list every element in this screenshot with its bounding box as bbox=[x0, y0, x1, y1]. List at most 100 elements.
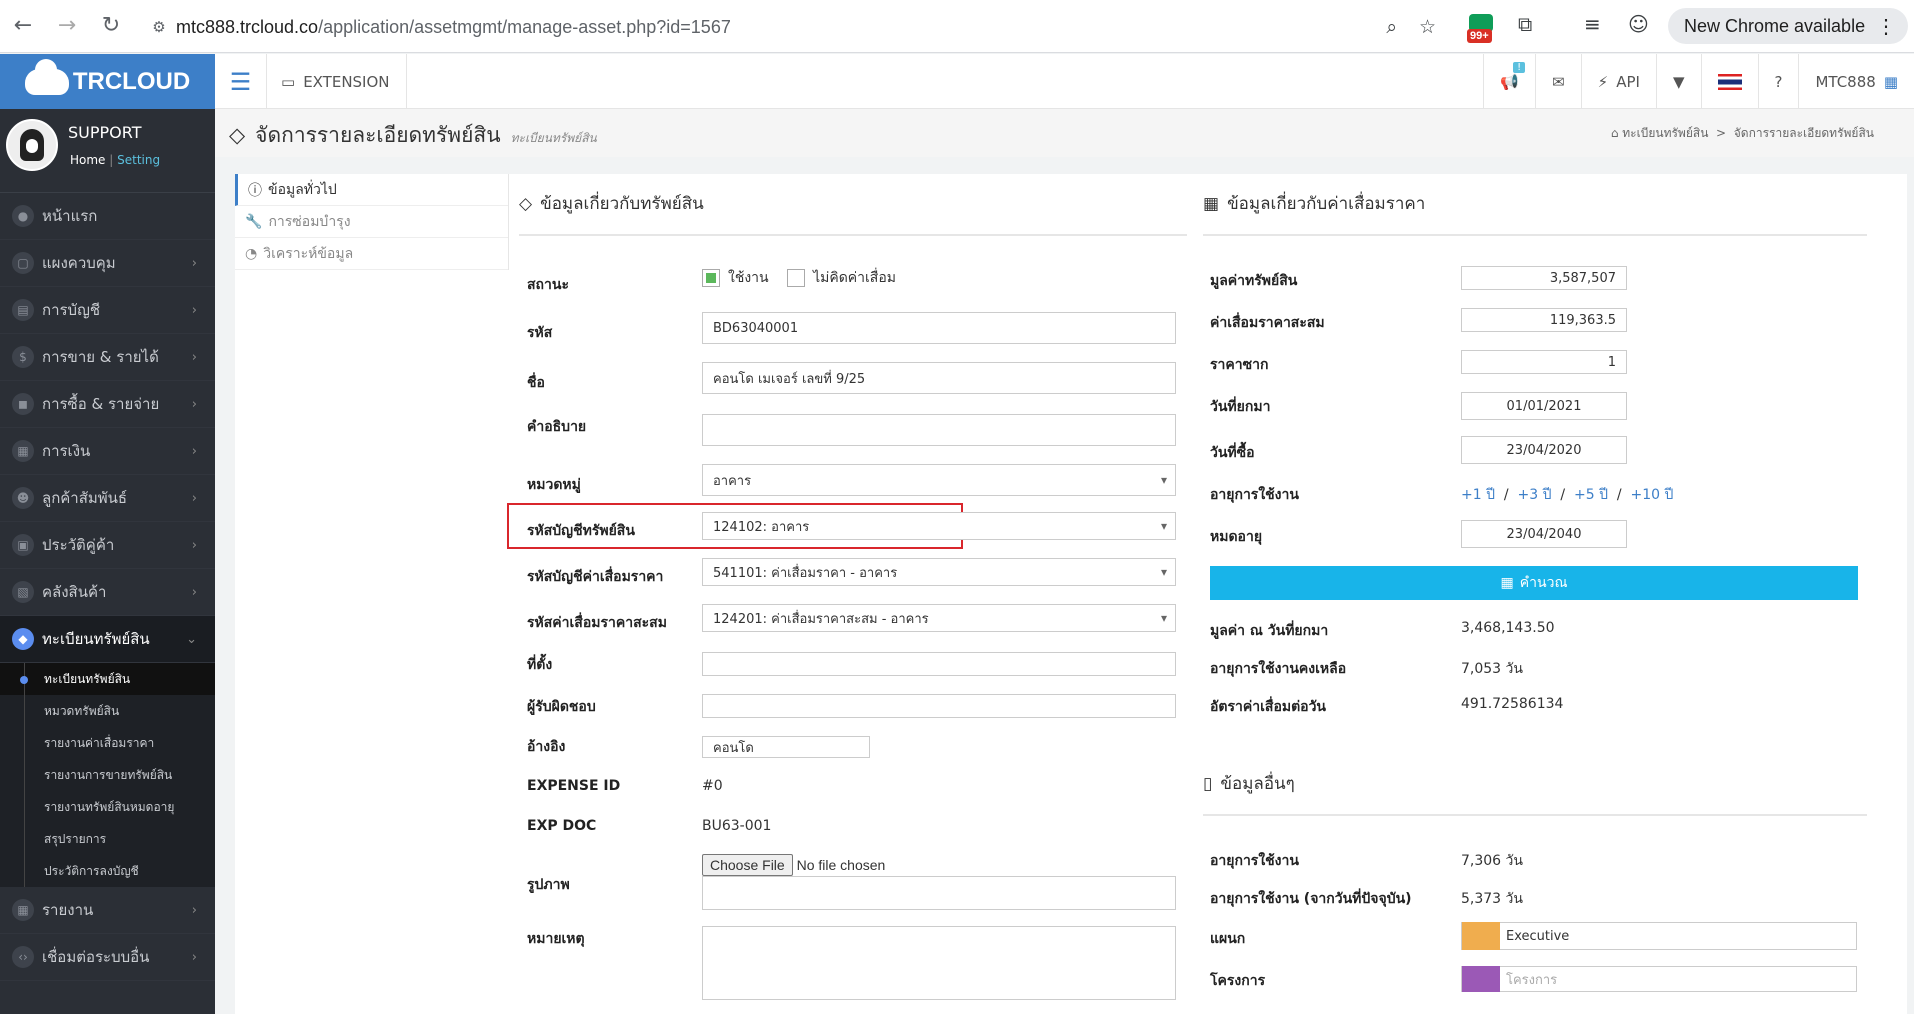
description-input[interactable] bbox=[702, 414, 1176, 446]
extension-badge-icon[interactable]: 99+ bbox=[1463, 11, 1503, 43]
life-plus-3-link[interactable]: +3 ปี bbox=[1518, 487, 1552, 503]
sidebar.items-2[interactable]: ▤ การบัญชี › bbox=[0, 287, 215, 334]
sidebar.items-4[interactable]: ◼ การซื้อ & รายจ่าย › bbox=[0, 381, 215, 428]
sidebar.items-3[interactable]: $ การขาย & รายได้ › bbox=[0, 334, 215, 381]
project-select[interactable]: โครงการ bbox=[1461, 966, 1857, 992]
location-label: ที่ตั้ง bbox=[527, 657, 553, 673]
url-text[interactable]: mtc888.trcloud.co/application/assetmgmt/… bbox=[176, 17, 731, 38]
api-button[interactable]: ⚡ API bbox=[1580, 54, 1656, 109]
diamond-icon: ◆ bbox=[12, 628, 34, 650]
asset-value-input[interactable]: 3,587,507 bbox=[1461, 266, 1627, 290]
depreciation-account-label: รหัสบัญชีค่าเสื่อมราคา bbox=[527, 569, 664, 585]
purchase-date-label: วันที่ซื้อ bbox=[1210, 445, 1255, 461]
brought-forward-label: วันที่ยกมา bbox=[1210, 399, 1271, 415]
sidebar.items-1[interactable]: ▢ แผงควบคุม › bbox=[0, 240, 215, 287]
envelope-icon: ✉ bbox=[1552, 72, 1565, 91]
sidebar.after-1[interactable]: ‹› เชื่อมต่อระบบอื่น › bbox=[0, 934, 215, 981]
page-subtitle: ทะเบียนทรัพย์สิน bbox=[510, 131, 597, 145]
bookmark-star-icon[interactable]: ☆ bbox=[1419, 16, 1436, 38]
profile-avatar-icon[interactable]: ☺ bbox=[1628, 12, 1649, 36]
home-link[interactable]: Home bbox=[70, 153, 105, 167]
name-input[interactable]: คอนโด เมเจอร์ เลขที่ 9/25 bbox=[702, 362, 1176, 394]
sidebar-item-asset-register[interactable]: ◆ ทะเบียนทรัพย์สิน ⌄ bbox=[0, 616, 215, 663]
avatar[interactable] bbox=[6, 119, 58, 171]
extension-button[interactable]: ▭ EXTENSION bbox=[281, 54, 407, 109]
life-plus-5-link[interactable]: +5 ปี bbox=[1574, 487, 1608, 503]
sidebar-subitem-2[interactable]: รายงานค่าเสื่อมราคา bbox=[0, 727, 215, 759]
site-info-icon[interactable]: ⚙ bbox=[142, 18, 176, 36]
media-control-icon[interactable]: ≡ bbox=[1584, 12, 1601, 36]
language-button[interactable] bbox=[1700, 54, 1758, 109]
purchase-date[interactable]: 23/04/2020 bbox=[1461, 436, 1627, 464]
expiry-date[interactable]: 23/04/2040 bbox=[1461, 520, 1627, 548]
life-plus-10-link[interactable]: +10 ปี bbox=[1631, 487, 1674, 503]
sidebar.items-7[interactable]: ▣ ประวัติคู่ค้า › bbox=[0, 522, 215, 569]
expense-doc-value: BU63-001 bbox=[702, 818, 772, 834]
life-plus-1-link[interactable]: +1 ปี bbox=[1461, 487, 1495, 503]
sidebar-subitem-1[interactable]: หมวดทรัพย์สิน bbox=[0, 695, 215, 727]
zoom-icon[interactable]: ⌕ bbox=[1386, 16, 1397, 38]
tab-general[interactable]: ⓘ ข้อมูลทั่วไป bbox=[235, 174, 508, 206]
menu-icon: ● bbox=[12, 205, 34, 227]
sidebar-subitem-6[interactable]: ประวัติการลงบัญชี bbox=[0, 855, 215, 887]
page-title: จัดการรายละเอียดทรัพย์สิน bbox=[255, 123, 501, 147]
image-box[interactable] bbox=[702, 876, 1176, 910]
address-bar[interactable]: ⚙ mtc888.trcloud.co/application/assetmgm… bbox=[142, 8, 1450, 46]
sidebar.items-6[interactable]: ☻ ลูกค้าสัมพันธ์ › bbox=[0, 475, 215, 522]
location-input[interactable] bbox=[702, 652, 1176, 676]
sidebar-subitem-4[interactable]: รายงานทรัพย์สินหมดอายุ bbox=[0, 791, 215, 823]
extensions-puzzle-icon[interactable]: ⧉ bbox=[1518, 12, 1532, 36]
sidebar-subitem-5[interactable]: สรุปรายการ bbox=[0, 823, 215, 855]
expense-doc-label: EXP DOC bbox=[527, 818, 597, 834]
sidebar.after-0[interactable]: ▦ รายงาน › bbox=[0, 887, 215, 934]
breadcrumb-asset-register[interactable]: ทะเบียนทรัพย์สิน bbox=[1622, 126, 1708, 140]
accumulated-account-select[interactable]: 124201: ค่าเสื่อมราคาสะสม - อาคาร bbox=[702, 604, 1176, 632]
status-active-checkbox[interactable] bbox=[702, 269, 720, 287]
plug-icon: ⚡ bbox=[1597, 72, 1609, 91]
new-chrome-button[interactable]: New Chrome available ⋮ bbox=[1668, 8, 1908, 44]
accum-dep-input[interactable]: 119,363.5 bbox=[1461, 308, 1627, 332]
menu-icon: ▦ bbox=[12, 440, 34, 462]
calculate-button[interactable]: ▦ คำนวณ bbox=[1210, 566, 1858, 600]
mail-button[interactable]: ✉ bbox=[1535, 54, 1581, 109]
choose-file-button[interactable]: Choose File bbox=[702, 854, 793, 876]
help-icon: ? bbox=[1774, 72, 1783, 91]
back-icon[interactable]: ← bbox=[10, 14, 36, 38]
menu-icon: ▧ bbox=[12, 581, 34, 603]
category-select[interactable]: อาคาร bbox=[702, 464, 1176, 496]
sidebar-subitem-3[interactable]: รายงานการขายทรัพย์สิน bbox=[0, 759, 215, 791]
notification-button[interactable]: 📢! bbox=[1483, 54, 1535, 109]
menu-icon: ▤ bbox=[12, 299, 34, 321]
hamburger-menu-icon[interactable]: ☰ bbox=[215, 54, 267, 109]
sidebar.items-0[interactable]: ● หน้าแรก bbox=[0, 193, 215, 240]
megaphone-icon: 📢 bbox=[1500, 72, 1520, 91]
company-button[interactable]: MTC888 ▦ bbox=[1798, 54, 1914, 109]
forward-icon[interactable]: → bbox=[54, 14, 80, 38]
note-textarea[interactable] bbox=[702, 926, 1176, 1000]
setting-link[interactable]: Setting bbox=[117, 153, 160, 167]
home-icon[interactable]: ⌂ bbox=[1611, 126, 1619, 140]
asset-account-select[interactable]: 124102: อาคาร bbox=[702, 512, 1176, 540]
category-label: หมวดหมู่ bbox=[527, 477, 581, 493]
department-select[interactable]: Executive bbox=[1461, 922, 1857, 950]
reference-input[interactable]: คอนโด bbox=[702, 736, 870, 758]
help-button[interactable]: ? bbox=[1757, 54, 1799, 109]
chrome-menu-icon[interactable]: ⋮ bbox=[1876, 14, 1896, 39]
salvage-input[interactable]: 1 bbox=[1461, 350, 1627, 374]
sidebar.items-5[interactable]: ▦ การเงิน › bbox=[0, 428, 215, 475]
trcloud-logo[interactable]: TRCLOUD bbox=[0, 54, 215, 109]
reload-icon[interactable]: ↻ bbox=[98, 14, 124, 38]
dropdown-button[interactable]: ▼ bbox=[1655, 54, 1701, 109]
depreciation-account-select[interactable]: 541101: ค่าเสื่อมราคา - อาคาร bbox=[702, 558, 1176, 586]
sidebar-subitem-0[interactable]: ทะเบียนทรัพย์สิน bbox=[0, 663, 215, 695]
code-input[interactable]: BD63040001 bbox=[702, 312, 1176, 344]
menu-icon: $ bbox=[12, 346, 34, 368]
tab-analysis[interactable]: ◔ วิเคราะห์ข้อมูล bbox=[235, 238, 508, 270]
no-depreciation-checkbox[interactable] bbox=[787, 269, 806, 287]
accum-dep-label: ค่าเสื่อมราคาสะสม bbox=[1210, 315, 1325, 331]
tab-maintenance[interactable]: 🔧 การซ่อมบำรุง bbox=[235, 206, 508, 238]
brought-forward-date[interactable]: 01/01/2021 bbox=[1461, 392, 1627, 420]
owner-input[interactable] bbox=[702, 694, 1176, 718]
sidebar.items-8[interactable]: ▧ คลังสินค้า › bbox=[0, 569, 215, 616]
profile-name: SUPPORT bbox=[68, 123, 142, 142]
